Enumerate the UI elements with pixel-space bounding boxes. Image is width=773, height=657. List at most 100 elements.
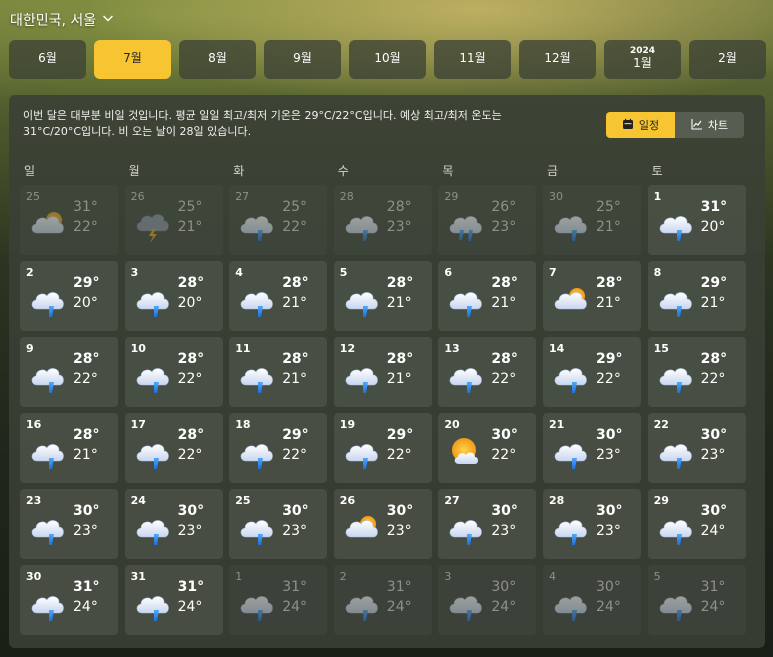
day-cell[interactable]: 1 31° 24°: [229, 565, 328, 635]
day-cell[interactable]: 8 29° 21°: [647, 261, 746, 331]
rain-icon: [232, 351, 280, 399]
day-cell[interactable]: 25 31° 22°: [20, 185, 118, 255]
month-tab[interactable]: 8월: [179, 40, 256, 79]
rain-icon: [337, 275, 385, 323]
rain-icon: [546, 351, 594, 399]
day-cell[interactable]: 21 30° 23°: [543, 413, 641, 483]
high-temp: 30°: [73, 503, 100, 519]
low-temp: 23°: [596, 523, 621, 539]
rain-icon: [23, 427, 71, 475]
rain-icon: [337, 199, 385, 247]
day-cell[interactable]: 11 28° 21°: [229, 337, 328, 407]
day-cell[interactable]: 2 29° 20°: [20, 261, 118, 331]
month-tab[interactable]: 9월: [264, 40, 341, 79]
high-temp: 31°: [700, 199, 728, 215]
day-cell[interactable]: 17 28° 22°: [124, 413, 223, 483]
high-temp: 31°: [386, 579, 412, 595]
day-cell[interactable]: 18 29° 22°: [229, 413, 328, 483]
weekday-header: 화: [233, 164, 245, 178]
low-temp: 22°: [282, 447, 308, 463]
low-temp: 21°: [596, 295, 621, 311]
month-tab-selected[interactable]: 7월: [94, 40, 171, 79]
day-cell[interactable]: 5 31° 24°: [647, 565, 746, 635]
rain-icon: [128, 579, 176, 627]
low-temp: 22°: [282, 219, 308, 235]
day-cell[interactable]: 4 28° 21°: [229, 261, 328, 331]
day-cell[interactable]: 30 25° 21°: [543, 185, 641, 255]
rain-icon: [232, 275, 280, 323]
day-cell[interactable]: 6 28° 21°: [438, 261, 537, 331]
low-temp: 20°: [700, 219, 726, 235]
day-cell[interactable]: 3 28° 20°: [124, 261, 223, 331]
low-temp: 24°: [700, 523, 726, 539]
rain-icon: [441, 275, 489, 323]
high-temp: 28°: [700, 351, 728, 367]
partly-cloudy-icon: [337, 503, 385, 551]
rain-icon: [337, 427, 385, 475]
day-cell[interactable]: 16 28° 21°: [20, 413, 118, 483]
day-cell[interactable]: 29 26° 23°: [438, 185, 537, 255]
day-cell[interactable]: 23 30° 23°: [20, 489, 118, 559]
low-temp: 21°: [596, 219, 621, 235]
day-cell[interactable]: 15 28° 22°: [647, 337, 746, 407]
rain-icon: [651, 351, 699, 399]
day-cell[interactable]: 26 30° 23°: [333, 489, 432, 559]
day-cell[interactable]: 29 30° 24°: [647, 489, 746, 559]
day-cell[interactable]: 5 28° 21°: [333, 261, 432, 331]
location-selector[interactable]: 대한민국, 서울: [10, 10, 114, 30]
day-cell[interactable]: 9 28° 22°: [20, 337, 118, 407]
month-tab[interactable]: 2월: [689, 40, 766, 79]
month-tab-label: 7월: [123, 51, 142, 65]
day-cell[interactable]: 28 30° 23°: [543, 489, 641, 559]
calendar-view-button[interactable]: 일정: [606, 112, 675, 138]
month-tab[interactable]: 11월: [434, 40, 511, 79]
day-cell[interactable]: 4 30° 24°: [543, 565, 641, 635]
low-temp: 24°: [700, 599, 726, 615]
month-tab[interactable]: 6월: [9, 40, 86, 79]
day-cell[interactable]: 24 30° 23°: [124, 489, 223, 559]
day-cell[interactable]: 20 30° 22°: [438, 413, 537, 483]
day-cell[interactable]: 3 30° 24°: [438, 565, 537, 635]
day-cell[interactable]: 14 29° 22°: [543, 337, 641, 407]
rain-icon: [128, 275, 176, 323]
low-temp: 22°: [386, 447, 412, 463]
day-cell[interactable]: 28 28° 23°: [333, 185, 432, 255]
day-cell[interactable]: 22 30° 23°: [647, 413, 746, 483]
rain-icon: [232, 199, 280, 247]
day-cell[interactable]: 27 30° 23°: [438, 489, 537, 559]
day-cell[interactable]: 31 31° 24°: [124, 565, 223, 635]
high-temp: 31°: [282, 579, 308, 595]
month-tab[interactable]: 2024 1월: [604, 40, 681, 79]
high-temp: 30°: [700, 427, 728, 443]
rain-icon: [651, 199, 699, 247]
month-tab-label: 12월: [544, 51, 571, 65]
low-temp: 23°: [491, 219, 517, 235]
rain-icon: [546, 427, 594, 475]
low-temp: 22°: [491, 371, 517, 387]
day-cell[interactable]: 12 28° 21°: [333, 337, 432, 407]
high-temp: 30°: [491, 427, 518, 443]
low-temp: 21°: [491, 295, 517, 311]
month-tab[interactable]: 10월: [349, 40, 426, 79]
day-cell[interactable]: 26 25° 21°: [124, 185, 223, 255]
chart-view-button[interactable]: 차트: [675, 112, 744, 138]
view-toggle: 일정 차트: [606, 112, 744, 138]
low-temp: 22°: [596, 371, 621, 387]
month-tab-label: 6월: [38, 51, 57, 65]
day-cell[interactable]: 19 29° 22°: [333, 413, 432, 483]
day-cell[interactable]: 13 28° 22°: [438, 337, 537, 407]
day-cell[interactable]: 2 31° 24°: [333, 565, 432, 635]
day-cell[interactable]: 27 25° 22°: [229, 185, 328, 255]
day-cell[interactable]: 30 31° 24°: [20, 565, 118, 635]
day-cell[interactable]: 7 28° 21°: [543, 261, 641, 331]
month-tab-label: 8월: [208, 51, 227, 65]
day-cell[interactable]: 10 28° 22°: [124, 337, 223, 407]
high-temp: 29°: [282, 427, 309, 443]
day-cell[interactable]: 1 31° 20°: [647, 185, 746, 255]
low-temp: 24°: [491, 599, 517, 615]
month-tab[interactable]: 12월: [519, 40, 596, 79]
day-cell[interactable]: 25 30° 23°: [229, 489, 328, 559]
rain-icon: [128, 351, 176, 399]
low-temp: 23°: [282, 523, 308, 539]
low-temp: 23°: [386, 523, 412, 539]
